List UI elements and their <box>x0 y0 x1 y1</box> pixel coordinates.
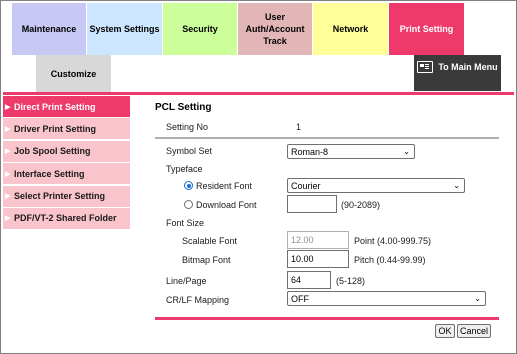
resident-font-select[interactable]: Courier ⌄ <box>287 178 465 193</box>
download-font-range: (90-2089) <box>341 200 381 210</box>
ok-button[interactable]: OK <box>435 324 455 338</box>
cancel-button[interactable]: Cancel <box>457 324 491 338</box>
sidebar-item-label: Direct Print Setting <box>14 101 96 112</box>
bitmap-font-label: Bitmap Font <box>182 255 231 265</box>
crlf-value: OFF <box>291 293 309 304</box>
line-page-label: Line/Page <box>166 276 207 286</box>
crlf-label: CR/LF Mapping <box>166 295 230 305</box>
line-page-value: 64 <box>291 275 302 285</box>
download-font-input[interactable] <box>287 195 337 213</box>
tab-system-settings-label: System Settings <box>89 24 160 34</box>
arrow-right-icon: ▶ <box>5 170 11 178</box>
tab-print-setting[interactable]: Print Setting <box>389 3 465 55</box>
tab-security-label: Security <box>182 24 218 34</box>
to-main-menu-button[interactable]: To Main Menu <box>414 55 501 91</box>
scalable-font-label: Scalable Font <box>182 236 238 246</box>
bitmap-font-value: 10.00 <box>291 254 314 264</box>
sidebar-item-label: Interface Setting <box>14 168 85 179</box>
resident-font-label: Resident Font <box>196 181 253 191</box>
line-page-range: (5-128) <box>336 276 366 286</box>
tab-user-auth[interactable]: User Auth/Account Track <box>238 3 313 55</box>
line-page-input[interactable]: 64 <box>287 271 331 289</box>
sidebar-item-direct-print[interactable]: ▶ Direct Print Setting <box>3 96 130 117</box>
sidebar-item-label: Driver Print Setting <box>14 123 97 134</box>
main-menu-icon <box>417 61 433 73</box>
to-main-menu-label: To Main Menu <box>438 62 498 72</box>
typeface-label: Typeface <box>166 164 203 174</box>
arrow-right-icon: ▶ <box>5 103 11 111</box>
tab-customize-label: Customize <box>50 69 97 79</box>
page-title: PCL Setting <box>155 102 212 113</box>
sidebar: ▶ Direct Print Setting ▶ Driver Print Sett… <box>3 96 130 230</box>
sidebar-item-label: PDF/VT-2 Shared Folder <box>14 213 117 224</box>
bitmap-font-input[interactable]: 10.00 <box>287 250 349 268</box>
arrow-right-icon: ▶ <box>5 125 11 133</box>
footer-divider <box>155 317 499 320</box>
header-divider <box>3 92 514 95</box>
divider <box>155 137 499 139</box>
sidebar-item-select-printer[interactable]: ▶ Select Printer Setting <box>3 185 130 207</box>
setting-no-value: 1 <box>296 122 302 132</box>
setting-no-label: Setting No <box>166 122 209 132</box>
scalable-font-value: 12.00 <box>291 235 314 245</box>
tab-maintenance-label: Maintenance <box>21 24 77 34</box>
tab-network[interactable]: Network <box>313 3 389 55</box>
tab-network-label: Network <box>332 24 369 34</box>
ok-button-label: OK <box>438 326 452 336</box>
bitmap-font-unit: Pitch (0.44-99.99) <box>354 255 426 265</box>
download-font-label: Download Font <box>196 200 257 210</box>
tab-system-settings[interactable]: System Settings <box>87 3 163 55</box>
scalable-font-unit: Point (4.00-999.75) <box>354 236 432 246</box>
chevron-down-icon: ⌄ <box>453 181 460 190</box>
tab-customize[interactable]: Customize <box>36 55 111 93</box>
arrow-right-icon: ▶ <box>5 215 11 223</box>
cancel-button-label: Cancel <box>459 326 488 336</box>
scalable-font-input[interactable]: 12.00 <box>287 231 349 249</box>
sidebar-item-pdf-vt2[interactable]: ▶ PDF/VT-2 Shared Folder <box>3 207 130 229</box>
tab-security[interactable]: Security <box>163 3 238 55</box>
crlf-select[interactable]: OFF ⌄ <box>287 291 486 306</box>
font-size-label: Font Size <box>166 218 205 228</box>
chevron-down-icon: ⌄ <box>474 294 481 303</box>
symbol-set-select[interactable]: Roman-8 ⌄ <box>287 144 415 159</box>
arrow-right-icon: ▶ <box>5 193 11 201</box>
tab-user-auth-label: User Auth/Account Track <box>245 12 305 46</box>
sidebar-item-label: Job Spool Setting <box>14 146 91 157</box>
sidebar-item-driver-print[interactable]: ▶ Driver Print Setting <box>3 118 130 140</box>
resident-font-value: Courier <box>291 180 321 191</box>
sidebar-item-label: Select Printer Setting <box>14 191 106 202</box>
symbol-set-label: Symbol Set <box>166 146 213 156</box>
tab-maintenance[interactable]: Maintenance <box>12 3 87 55</box>
symbol-set-value: Roman-8 <box>291 146 329 157</box>
sidebar-item-job-spool[interactable]: ▶ Job Spool Setting <box>3 140 130 162</box>
sidebar-item-interface[interactable]: ▶ Interface Setting <box>3 163 130 185</box>
resident-font-radio[interactable] <box>184 181 193 190</box>
download-font-radio[interactable] <box>184 200 193 209</box>
arrow-right-icon: ▶ <box>5 148 11 156</box>
chevron-down-icon: ⌄ <box>403 147 410 156</box>
tab-print-setting-label: Print Setting <box>399 24 454 34</box>
